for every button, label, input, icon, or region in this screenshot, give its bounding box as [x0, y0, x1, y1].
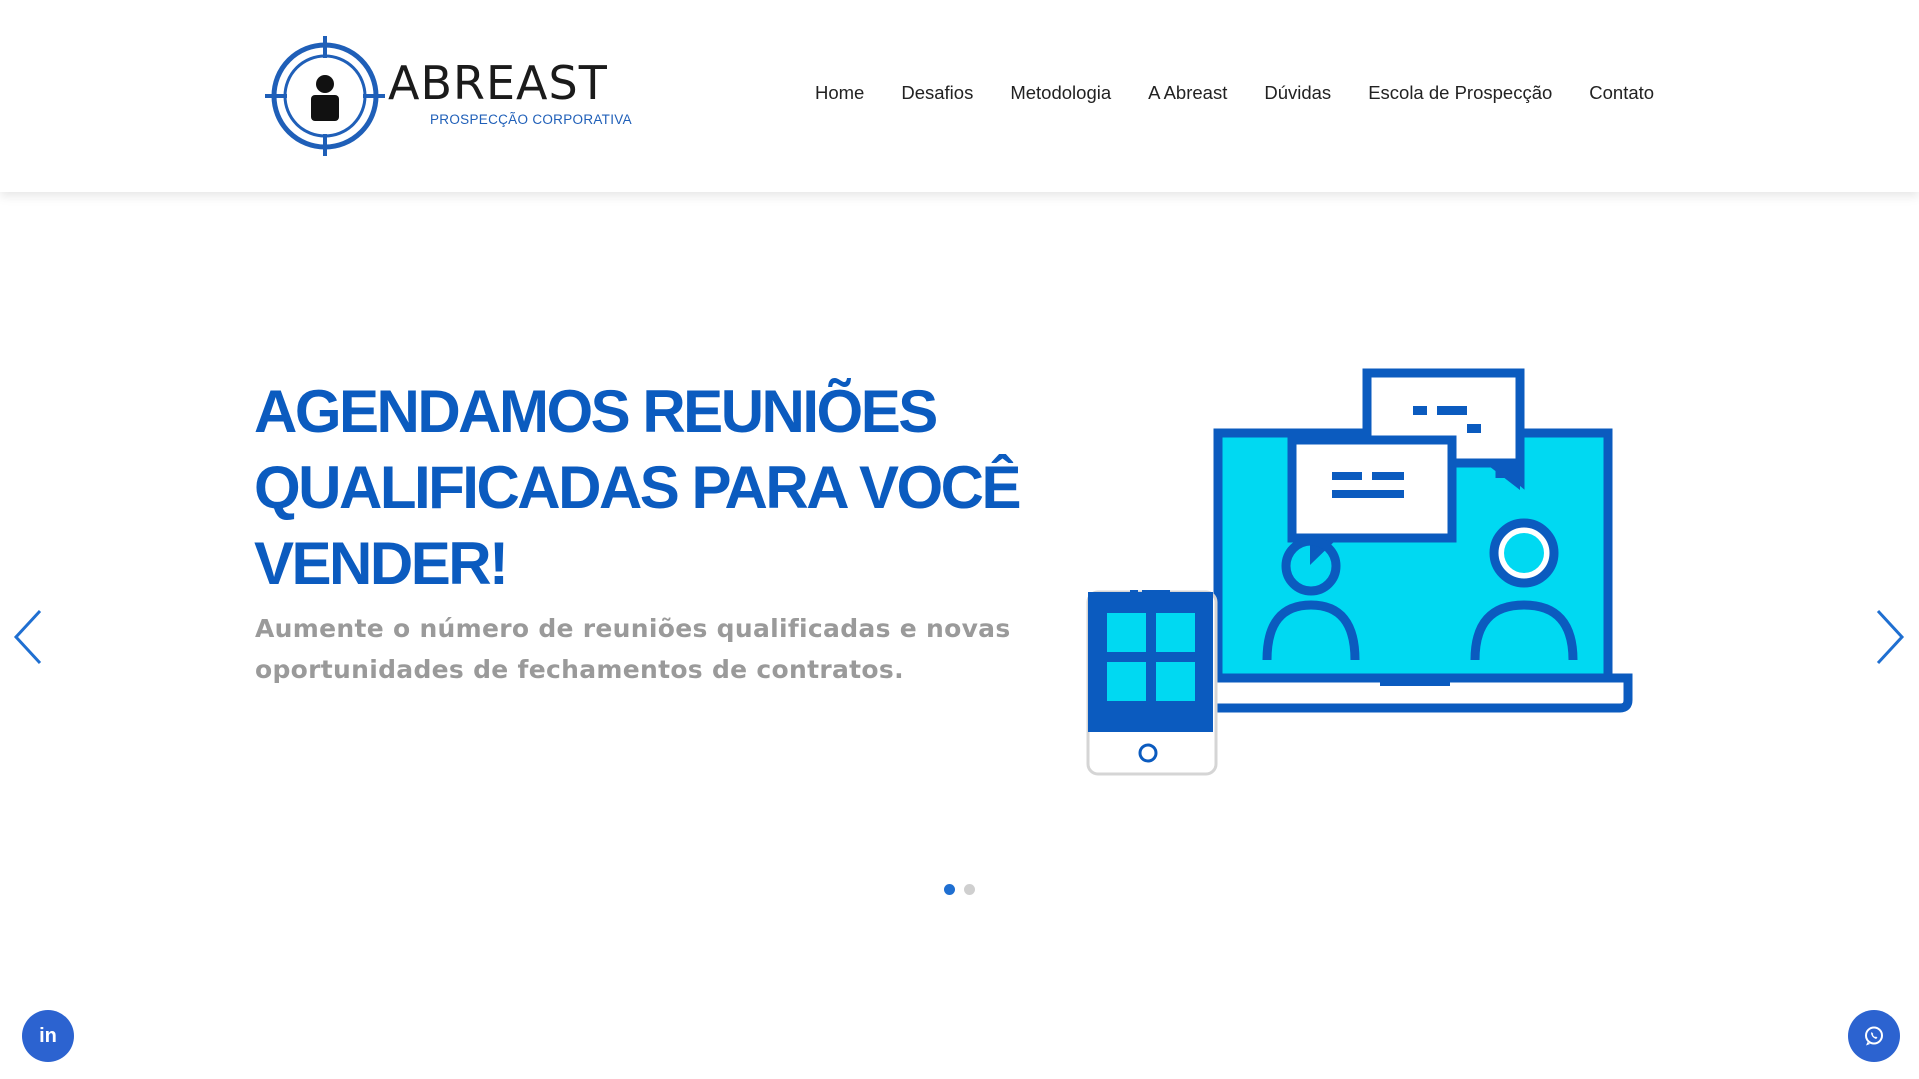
slider-pagination — [944, 884, 975, 895]
chevron-left-icon[interactable] — [8, 605, 48, 669]
slider-dot-2[interactable] — [964, 884, 975, 895]
nav-home[interactable]: Home — [815, 82, 864, 104]
nav-a-abreast[interactable]: A Abreast — [1148, 82, 1227, 104]
site-header: ABREAST PROSPECÇÃO CORPORATIVA Home Desa… — [0, 0, 1919, 192]
hero-headline: AGENDAMOS REUNIÕES QUALIFICADAS PARA VOC… — [254, 374, 1054, 602]
linkedin-icon: in — [39, 1024, 57, 1047]
linkedin-button[interactable]: in — [22, 1010, 74, 1062]
chevron-right-icon[interactable] — [1870, 605, 1910, 669]
nav-metodologia[interactable]: Metodologia — [1010, 82, 1111, 104]
whatsapp-icon — [1865, 1026, 1883, 1046]
page: ABREAST PROSPECÇÃO CORPORATIVA Home Desa… — [0, 0, 1919, 1079]
nav-escola-de-prospeccao[interactable]: Escola de Prospecção — [1368, 82, 1552, 104]
hero-headline-line: QUALIFICADAS PARA VOCÊ — [254, 454, 1022, 521]
logo-name: ABREAST — [388, 56, 608, 110]
hero-headline-line: AGENDAMOS REUNIÕES — [254, 378, 938, 445]
nav-desafios[interactable]: Desafios — [901, 82, 973, 104]
laptop-video-meeting-icon — [1086, 368, 1633, 776]
hero-headline-line: VENDER! — [254, 530, 509, 597]
slider-dot-1[interactable] — [944, 884, 955, 895]
logo-tagline: PROSPECÇÃO CORPORATIVA — [430, 112, 632, 127]
main-nav: Home Desafios Metodologia A Abreast Dúvi… — [815, 82, 1654, 104]
nav-contato[interactable]: Contato — [1589, 82, 1654, 104]
hero-subtext: Aumente o número de reuniões qualificada… — [255, 614, 1011, 684]
nav-duvidas[interactable]: Dúvidas — [1264, 82, 1331, 104]
whatsapp-button[interactable] — [1848, 1010, 1900, 1062]
